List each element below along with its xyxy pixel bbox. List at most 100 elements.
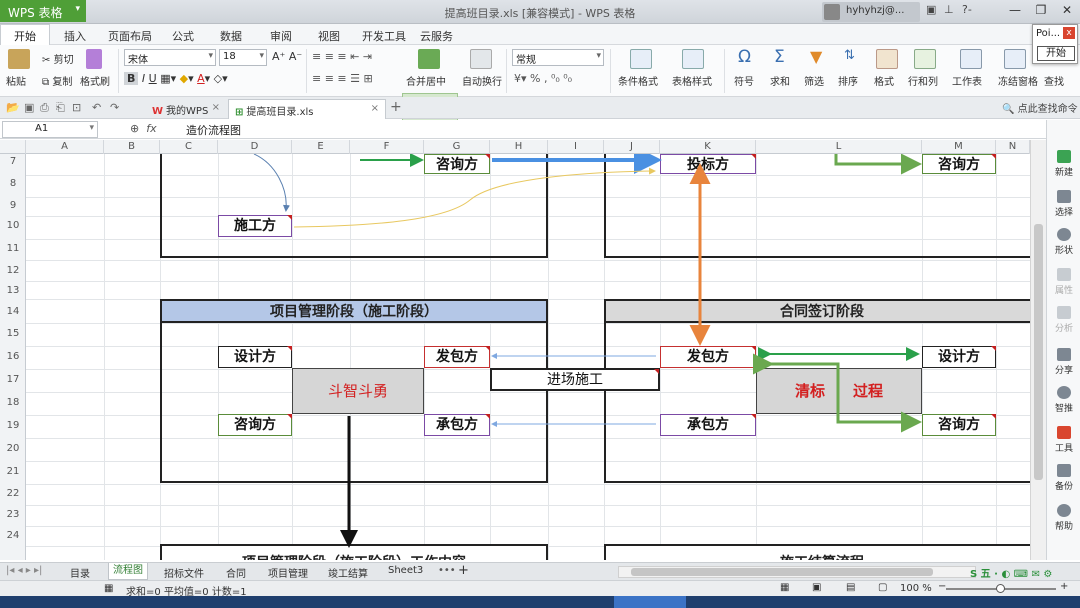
row-number[interactable]: 22 xyxy=(0,488,26,499)
preview-icon[interactable]: ⊡ xyxy=(72,101,81,114)
row-number[interactable]: 12 xyxy=(0,265,26,276)
col-header[interactable]: J xyxy=(604,140,660,154)
formula-input[interactable]: 造价流程图 xyxy=(186,122,241,138)
font-color-icon[interactable]: A xyxy=(197,72,205,85)
close-icon[interactable]: × xyxy=(212,102,220,113)
col-header[interactable]: E xyxy=(292,140,350,154)
panel-property[interactable]: 属性 xyxy=(1047,268,1080,296)
row-number[interactable]: 13 xyxy=(0,285,26,296)
redo-icon[interactable]: ↷ xyxy=(110,101,119,114)
align-top-icons[interactable]: ≡ ≡ ≡ ⇤ ⇥ xyxy=(312,50,372,63)
col-header[interactable]: K xyxy=(660,140,756,154)
col-header[interactable]: G xyxy=(424,140,490,154)
panel-recommend[interactable]: 智推 xyxy=(1047,386,1080,414)
col-header[interactable]: H xyxy=(490,140,548,154)
panel-tools[interactable]: 工具 xyxy=(1047,426,1080,454)
col-header[interactable]: F xyxy=(350,140,424,154)
pdf-icon[interactable]: ⎙ xyxy=(40,101,49,115)
help-icon[interactable]: ?- xyxy=(962,3,972,16)
row-number[interactable]: 9 xyxy=(0,200,26,211)
command-search[interactable]: 🔍 点此查找命令 xyxy=(1002,100,1078,115)
worksheet-button[interactable]: 工作表 xyxy=(952,73,982,88)
menu-tab-home[interactable]: 开始 xyxy=(0,24,50,45)
new-tab-icon[interactable]: + xyxy=(390,99,402,115)
zoom-in-icon[interactable]: + xyxy=(1060,581,1068,592)
zoom-level[interactable]: 100 % xyxy=(900,583,932,594)
bold-icon[interactable]: B xyxy=(124,72,139,85)
zoom-slider-knob[interactable] xyxy=(996,584,1005,593)
skin-icon[interactable]: ▣ xyxy=(926,3,936,16)
col-header[interactable]: C xyxy=(160,140,218,154)
panel-select[interactable]: 选择 xyxy=(1047,190,1080,218)
add-sheet-icon[interactable]: + xyxy=(458,563,469,578)
zoom-out-icon[interactable]: − xyxy=(938,581,946,592)
row-number[interactable]: 19 xyxy=(0,420,26,431)
close-icon[interactable]: ✕ xyxy=(1054,0,1080,20)
view-normal-icon[interactable]: ▦ xyxy=(780,582,789,593)
align-horizontal-icons[interactable]: ≡ ≡ ≡ ☰ ⊞ xyxy=(312,72,373,85)
italic-icon[interactable]: I xyxy=(142,72,145,85)
row-number[interactable]: 15 xyxy=(0,328,26,339)
row-number[interactable]: 23 xyxy=(0,509,26,520)
formula-icons[interactable]: ⊕ fx xyxy=(130,122,157,135)
ime-icon[interactable]: S 五 · ◐ ⌨ ✉ ⚙ xyxy=(970,565,1052,580)
sort-button[interactable]: 排序 xyxy=(838,73,858,88)
format-button[interactable]: 格式 xyxy=(874,73,894,88)
row-number[interactable]: 21 xyxy=(0,466,26,477)
open-folder-icon[interactable]: 📂 xyxy=(6,101,20,114)
undo-icon[interactable]: ↶ xyxy=(92,101,101,114)
panel-backup[interactable]: 备份 xyxy=(1047,464,1080,492)
sheet-tab[interactable]: Sheet3 xyxy=(388,565,423,576)
row-number[interactable]: 10 xyxy=(0,220,26,231)
sheet-tab[interactable]: 招标文件 xyxy=(164,565,204,580)
freeze-button[interactable]: 冻结窗格 xyxy=(998,73,1038,88)
col-header[interactable]: I xyxy=(548,140,604,154)
select-all-corner[interactable] xyxy=(0,140,26,154)
sum-button[interactable]: 求和 xyxy=(770,73,790,88)
col-header[interactable]: L xyxy=(756,140,922,154)
row-number[interactable]: 16 xyxy=(0,351,26,362)
fill-color-icon[interactable]: ◆ xyxy=(180,72,188,85)
name-box[interactable]: A1 xyxy=(2,121,98,138)
view-read-icon[interactable]: ▢ xyxy=(878,582,887,593)
col-header[interactable]: A xyxy=(26,140,104,154)
row-number[interactable]: 17 xyxy=(0,374,26,385)
macro-icon[interactable]: ▦ xyxy=(104,583,113,594)
table-style-button[interactable]: 表格样式 xyxy=(672,73,712,88)
paste-button[interactable]: 粘贴 xyxy=(6,73,26,88)
user-account[interactable]: hyhyhzj@... xyxy=(822,2,920,22)
sheet-tab[interactable]: 目录 xyxy=(70,565,90,580)
font-size-select[interactable]: 18 xyxy=(219,49,267,66)
close-icon[interactable]: × xyxy=(371,103,379,114)
taskbar-active-item[interactable] xyxy=(614,596,686,608)
menu-tab-insert[interactable]: 插入 xyxy=(64,28,86,44)
fx-icon[interactable]: fx xyxy=(146,122,156,135)
row-number[interactable]: 11 xyxy=(0,243,26,254)
cond-format-button[interactable]: 条件格式 xyxy=(618,73,658,88)
sheet-tab[interactable]: 项目管理 xyxy=(268,565,308,580)
zoom-icon[interactable]: ⊕ xyxy=(130,122,139,135)
panel-help[interactable]: 帮助 xyxy=(1047,504,1080,532)
font-name-select[interactable]: 宋体 xyxy=(124,49,216,66)
number-format-icons[interactable]: ¥▾ % , ⁰₀ ⁰₀ xyxy=(514,72,572,85)
tab-my-wps[interactable]: W 我的WPS × xyxy=(146,99,226,119)
print-icon[interactable]: ⎗ xyxy=(56,101,65,115)
panel-share[interactable]: 分享 xyxy=(1047,348,1080,376)
grow-shrink-font-icons[interactable]: A⁺ A⁻ xyxy=(272,50,302,63)
underline-icon[interactable]: U xyxy=(149,72,157,85)
row-number[interactable]: 7 xyxy=(0,156,26,167)
menu-tab-formula[interactable]: 公式 xyxy=(172,28,194,44)
copy-button[interactable]: ⧉ 复制 xyxy=(42,73,72,88)
sheet-nav-arrows[interactable]: |◂ ◂ ▸ ▸| xyxy=(6,565,42,576)
panel-analyze[interactable]: 分析 xyxy=(1047,306,1080,334)
menu-tab-view[interactable]: 视图 xyxy=(318,28,340,44)
scroll-thumb[interactable] xyxy=(631,568,933,576)
more-tabs-icon[interactable]: ••• xyxy=(438,565,456,576)
symbol-button[interactable]: 符号 xyxy=(734,73,754,88)
format-painter-button[interactable]: 格式刷 xyxy=(80,73,110,88)
worksheet-grid[interactable]: 项目管理阶段（施工阶段） 合同签订阶段 项目管理阶段（施工阶段）工作内容 施工结… xyxy=(26,154,1030,560)
number-format-select[interactable]: 常规 xyxy=(512,49,604,66)
sheet-tab[interactable]: 合同 xyxy=(226,565,246,580)
bold-italic-underline[interactable]: B I U ▦▾ ◆▾ A▾ ◇▾ xyxy=(124,72,228,85)
menu-tab-cloud[interactable]: 云服务 xyxy=(420,28,453,44)
